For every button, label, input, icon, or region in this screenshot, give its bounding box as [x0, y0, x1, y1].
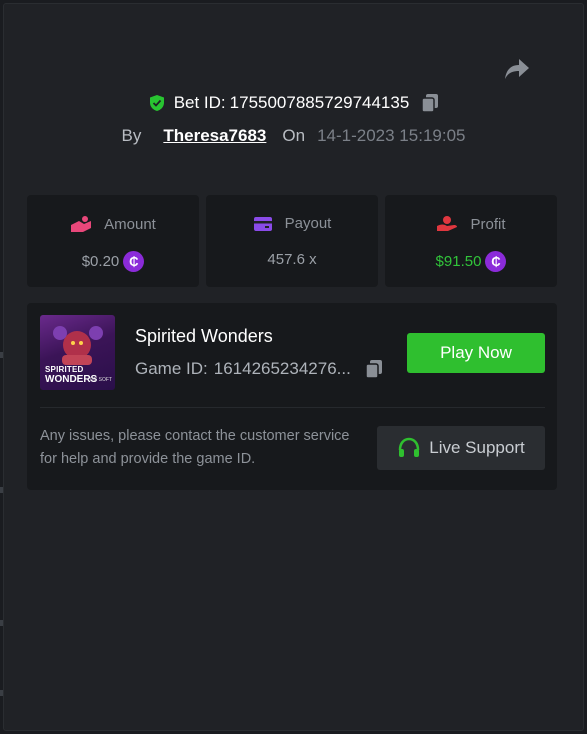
payout-label: Payout [284, 215, 332, 232]
amount-label: Amount [104, 215, 156, 233]
coin-icon: ₵ [485, 251, 507, 272]
coins-hand-icon [71, 216, 92, 232]
shield-check-icon [149, 95, 164, 111]
coin-icon: ₵ [123, 251, 145, 272]
profit-value: $91.50 [435, 253, 482, 270]
headset-icon [399, 437, 420, 457]
play-now-button[interactable]: Play Now [407, 333, 545, 373]
bet-meta-row: By Theresa7683 On 14-1-2023 15:19:05 [0, 126, 587, 146]
live-support-button[interactable]: Live Support [377, 426, 545, 470]
stat-profit: Profit $91.50 ₵ [385, 195, 557, 287]
payout-value: 457.6 x [267, 251, 317, 268]
bet-id-row: Bet ID: 1755007885729744135 [0, 93, 587, 113]
live-support-label: Live Support [429, 438, 525, 457]
share-icon [505, 59, 529, 79]
thumb-line1: SPIRITED [45, 365, 84, 374]
on-label: On [282, 126, 306, 145]
game-id-value: 1614265234276... [213, 359, 351, 378]
bet-id-value: 1755007885729744135 [229, 93, 410, 112]
support-help-text: Any issues, please contact the customer … [40, 428, 350, 467]
game-title: Spirited Wonders [135, 326, 273, 346]
thumb-brand: PG SOFT [90, 377, 112, 383]
copy-game-id-button[interactable] [365, 359, 383, 379]
profit-label: Profit [470, 215, 506, 233]
bet-id-label: Bet ID: [173, 93, 226, 112]
bet-datetime: 14-1-2023 15:19:05 [317, 126, 466, 145]
game-id-label: Game ID: [135, 359, 208, 378]
copy-icon [421, 94, 439, 113]
divider [40, 407, 545, 408]
copy-icon [365, 360, 382, 379]
amount-value: $0.20 [81, 253, 120, 270]
card-icon [253, 216, 272, 231]
share-button[interactable] [502, 56, 532, 82]
username-link[interactable]: Theresa7683 [163, 126, 266, 146]
hand-coin-icon [437, 216, 458, 231]
by-label: By [121, 126, 142, 145]
game-id-row: Game ID: 1614265234276... [135, 359, 383, 379]
stat-payout: Payout 457.6 x [206, 195, 378, 287]
copy-bet-id-button[interactable] [421, 93, 439, 113]
stat-amount: Amount $0.20 ₵ [27, 195, 199, 287]
game-card: SPIRITED WONDERS PG SOFT Spirited Wonder… [27, 303, 557, 490]
game-thumbnail[interactable]: SPIRITED WONDERS PG SOFT [40, 315, 115, 390]
